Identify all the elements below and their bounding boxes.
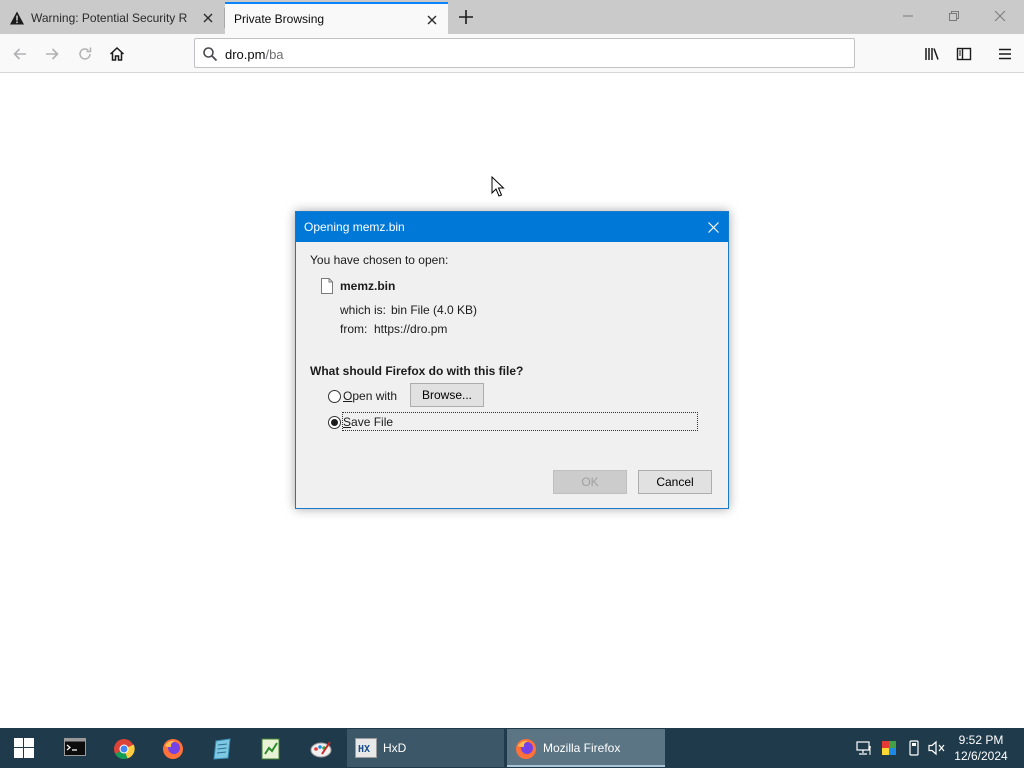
start-button[interactable]	[4, 732, 44, 764]
system-clock[interactable]: 9:52 PM 12/6/2024	[950, 732, 1012, 764]
notepad-icon	[213, 738, 231, 760]
tab-title: Warning: Potential Security Risk Ahead	[31, 11, 188, 25]
back-arrow-icon	[13, 48, 26, 60]
color-icon[interactable]	[881, 740, 897, 756]
dialog-title: Opening memz.bin	[304, 220, 405, 234]
back-button[interactable]	[6, 40, 34, 68]
which-is-label: which is:	[340, 303, 387, 317]
minimize-button[interactable]	[886, 0, 932, 32]
warning-icon	[10, 11, 24, 25]
open-with-radio[interactable]	[328, 390, 341, 403]
taskbar-chrome[interactable]	[103, 732, 143, 764]
close-window-button[interactable]	[978, 0, 1024, 32]
close-icon	[994, 10, 1006, 22]
dialog-close-button[interactable]	[698, 212, 728, 242]
home-icon	[109, 46, 125, 61]
tab-private-browsing[interactable]: Private Browsing	[225, 2, 448, 34]
download-dialog: Opening memz.bin You have chosen to open…	[295, 211, 729, 509]
reload-icon	[79, 47, 92, 60]
search-icon	[203, 47, 218, 62]
clock-date: 12/6/2024	[954, 749, 1008, 763]
close-tab-icon[interactable]	[200, 10, 216, 26]
terminal-icon	[64, 738, 86, 756]
volume-muted-icon[interactable]	[928, 740, 946, 756]
from-label: from:	[340, 322, 368, 336]
url-host: dro.pm	[225, 47, 266, 62]
focus-rectangle	[342, 412, 698, 431]
ok-button[interactable]: OK	[553, 470, 627, 494]
svg-text:HX: HX	[358, 744, 370, 755]
firefox-icon	[516, 739, 536, 759]
dialog-question: What should Firefox do with this file?	[310, 364, 524, 378]
tab-title: Private Browsing	[234, 12, 325, 26]
sidebar-button[interactable]	[950, 40, 978, 68]
windows-start-icon	[14, 738, 34, 758]
reload-button[interactable]	[71, 40, 99, 68]
paint-icon	[310, 741, 332, 758]
forward-button[interactable]	[38, 40, 66, 68]
clock-time: 9:52 PM	[958, 733, 1004, 747]
home-button[interactable]	[103, 40, 131, 68]
url-path: /ba	[265, 47, 284, 62]
taskbar-paint[interactable]	[300, 732, 340, 764]
dialog-titlebar[interactable]: Opening memz.bin	[296, 212, 728, 242]
url-text[interactable]: dro.pm/ba	[225, 47, 284, 62]
minimize-icon	[903, 15, 913, 17]
restore-button[interactable]	[932, 0, 978, 32]
taskbar-notepad[interactable]	[201, 732, 241, 764]
network-icon[interactable]	[856, 740, 872, 756]
dialog-intro: You have chosen to open:	[310, 253, 449, 267]
navigation-toolbar: dro.pm/ba	[0, 34, 1024, 73]
save-file-label[interactable]: Save File	[343, 415, 393, 429]
save-file-radio[interactable]	[328, 416, 341, 429]
task-label: Mozilla Firefox	[543, 741, 621, 755]
taskbar: HX HxD Mozilla Firefox 9:52 PM 12/6/2024	[0, 728, 1024, 768]
file-type-value: bin File (4.0 KB)	[391, 303, 478, 317]
close-tab-icon[interactable]	[424, 12, 440, 28]
hxd-icon: HX	[355, 738, 377, 758]
url-bar[interactable]: dro.pm/ba	[194, 38, 855, 68]
file-icon	[321, 278, 333, 294]
taskbar-firefox[interactable]	[152, 732, 192, 764]
restore-icon	[949, 11, 959, 21]
library-icon	[925, 48, 939, 60]
sidebar-icon	[956, 47, 972, 61]
plus-icon	[459, 10, 473, 24]
spreadsheet-icon	[261, 738, 280, 760]
cancel-button[interactable]: Cancel	[638, 470, 712, 494]
forward-arrow-icon	[46, 48, 59, 60]
tab-strip: Warning: Potential Security Risk Ahead P…	[0, 0, 1024, 34]
library-button[interactable]	[918, 40, 946, 68]
browse-button[interactable]: Browse...	[410, 383, 484, 407]
file-name: memz.bin	[340, 279, 396, 293]
hamburger-menu-icon	[999, 48, 1011, 60]
close-icon	[708, 222, 719, 233]
tab-security-warning[interactable]: Warning: Potential Security Risk Ahead	[0, 2, 224, 34]
from-value: https://dro.pm	[374, 322, 448, 336]
usb-icon[interactable]	[906, 740, 922, 756]
new-tab-button[interactable]	[454, 6, 478, 28]
taskbar-task-hxd[interactable]: HX HxD	[347, 729, 504, 767]
task-label: HxD	[383, 741, 407, 755]
open-with-label[interactable]: Open with	[343, 389, 397, 403]
firefox-icon	[163, 739, 183, 759]
taskbar-task-firefox[interactable]: Mozilla Firefox	[507, 729, 665, 767]
chrome-icon	[114, 739, 135, 760]
taskbar-terminal[interactable]	[54, 732, 94, 764]
menu-button[interactable]	[991, 40, 1019, 68]
radio-selected-dot	[331, 419, 338, 426]
taskbar-spreadsheet[interactable]	[250, 732, 290, 764]
mouse-cursor-icon	[491, 176, 505, 197]
